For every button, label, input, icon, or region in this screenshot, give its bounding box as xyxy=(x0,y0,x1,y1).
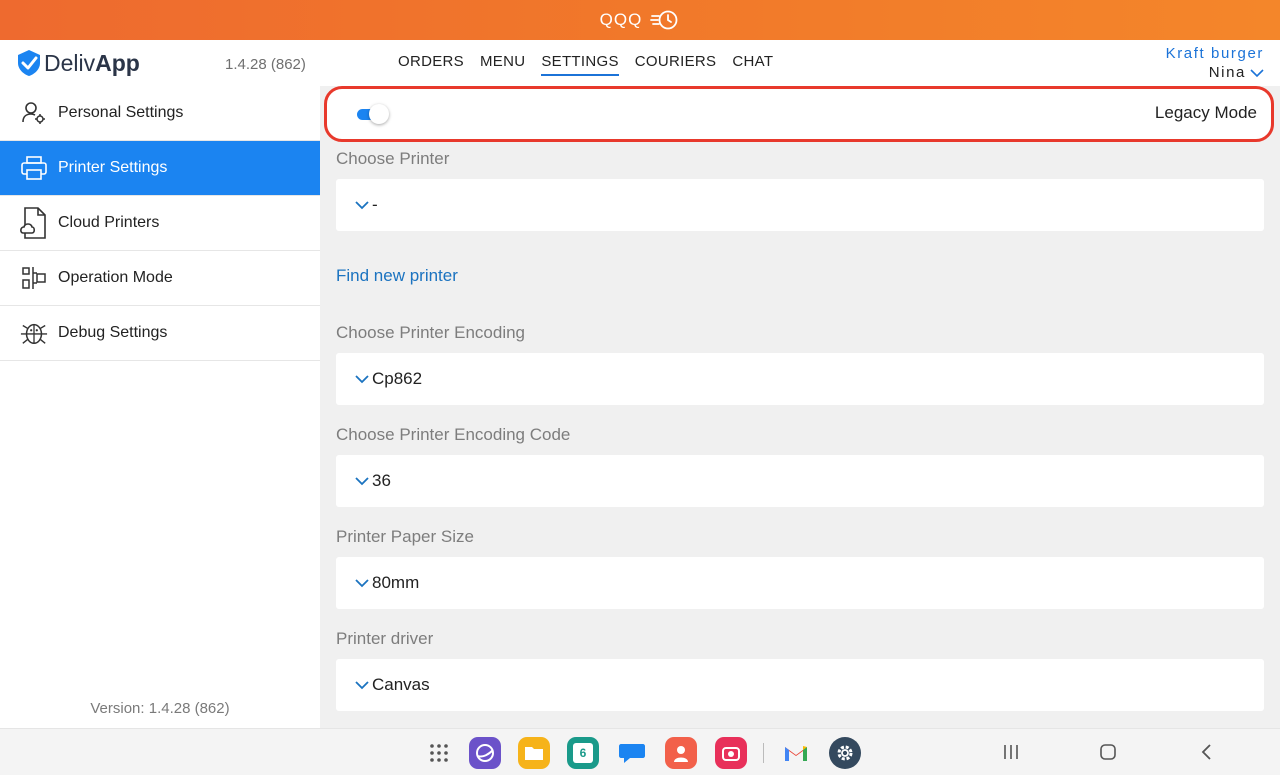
account-menu[interactable]: Kraft burger Nina xyxy=(1166,45,1264,81)
messages-icon[interactable] xyxy=(616,737,648,769)
user-dropdown[interactable]: Nina xyxy=(1166,64,1264,81)
cloud-document-icon xyxy=(20,207,48,239)
main-nav: ORDERS MENU SETTINGS COURIERS CHAT xyxy=(398,53,773,76)
sidebar-item-label: Cloud Printers xyxy=(58,214,160,231)
sidebar-item-label: Debug Settings xyxy=(58,324,168,341)
nav-settings[interactable]: SETTINGS xyxy=(541,53,619,76)
printer-driver-select[interactable]: Canvas xyxy=(336,659,1264,711)
bug-icon xyxy=(20,319,48,347)
toggle-knob xyxy=(369,104,389,124)
fast-clock-icon xyxy=(650,10,678,30)
status-title-bar: QQQ xyxy=(0,0,1280,40)
nav-menu[interactable]: MENU xyxy=(480,53,525,76)
back-icon[interactable] xyxy=(1195,741,1217,763)
legacy-mode-toggle[interactable] xyxy=(355,104,389,124)
user-gear-icon xyxy=(20,99,48,127)
sidebar-item-debug-settings[interactable]: Debug Settings xyxy=(0,306,320,361)
printer-encoding-select[interactable]: Cp862 xyxy=(336,353,1264,405)
dock-divider xyxy=(763,743,764,763)
sidebar-item-label: Operation Mode xyxy=(58,269,173,286)
settings-sidebar: Personal Settings Printer Settings Cloud… xyxy=(0,86,320,728)
nav-chat[interactable]: CHAT xyxy=(732,53,773,76)
sidebar-version: Version: 1.4.28 (862) xyxy=(90,700,230,717)
user-name: Nina xyxy=(1208,64,1246,81)
system-navigation-bar: 6 xyxy=(0,728,1280,775)
nav-orders[interactable]: ORDERS xyxy=(398,53,464,76)
nav-couriers[interactable]: COURIERS xyxy=(635,53,717,76)
logo-text: DelivApp xyxy=(44,49,140,76)
encoding-code-label: Choose Printer Encoding Code xyxy=(336,425,571,444)
paper-size-value: 80mm xyxy=(372,573,420,592)
app-header: DelivApp 1.4.28 (862) ORDERS MENU SETTIN… xyxy=(0,40,1280,86)
paper-size-label: Printer Paper Size xyxy=(336,527,474,546)
delivapp-logo: DelivApp xyxy=(16,49,140,77)
sidebar-item-printer-settings[interactable]: Printer Settings xyxy=(0,141,320,196)
encoding-code-select[interactable]: 36 xyxy=(336,455,1264,507)
sidebar-item-cloud-printers[interactable]: Cloud Printers xyxy=(0,196,320,251)
calendar-icon[interactable]: 6 xyxy=(567,737,599,769)
legacy-mode-row: Legacy Mode xyxy=(324,86,1274,142)
printer-driver-label: Printer driver xyxy=(336,629,434,648)
sidebar-item-label: Printer Settings xyxy=(58,159,168,176)
choose-printer-value: - xyxy=(372,195,378,214)
contacts-icon[interactable] xyxy=(665,737,697,769)
printer-encoding-label: Choose Printer Encoding xyxy=(336,323,526,342)
encoding-code-value: 36 xyxy=(372,471,391,490)
find-new-printer-link[interactable]: Find new printer xyxy=(336,266,458,286)
delivapp-logo-icon xyxy=(18,50,40,76)
files-icon[interactable] xyxy=(518,737,550,769)
chevron-down-icon xyxy=(355,201,369,210)
chevron-down-icon xyxy=(355,477,369,486)
choose-printer-select[interactable]: - xyxy=(336,179,1264,231)
chevron-down-icon xyxy=(355,579,369,588)
recents-icon[interactable] xyxy=(1000,741,1022,763)
printer-settings-panel: Legacy Mode Choose Printer - Find new pr… xyxy=(320,86,1280,728)
printer-driver-value: Canvas xyxy=(372,675,430,694)
settings-icon[interactable] xyxy=(829,737,861,769)
restaurant-name: Kraft burger xyxy=(1165,45,1264,62)
app-drawer-icon[interactable] xyxy=(423,737,455,769)
paper-size-select[interactable]: 80mm xyxy=(336,557,1264,609)
calendar-day: 6 xyxy=(573,743,593,763)
internet-icon[interactable] xyxy=(469,737,501,769)
chevron-down-icon xyxy=(1250,68,1264,77)
home-icon[interactable] xyxy=(1097,741,1119,763)
store-name: QQQ xyxy=(599,10,643,29)
chevron-down-icon xyxy=(355,375,369,384)
sidebar-item-operation-mode[interactable]: Operation Mode xyxy=(0,251,320,306)
choose-printer-label: Choose Printer xyxy=(336,149,450,168)
operation-mode-icon xyxy=(20,264,48,292)
printer-icon xyxy=(20,154,48,182)
sidebar-item-personal-settings[interactable]: Personal Settings xyxy=(0,86,320,141)
app-version: 1.4.28 (862) xyxy=(225,56,306,73)
gmail-icon[interactable] xyxy=(780,737,812,769)
camera-icon[interactable] xyxy=(715,737,747,769)
legacy-mode-label: Legacy Mode xyxy=(1154,103,1257,122)
sidebar-item-label: Personal Settings xyxy=(58,104,184,121)
printer-encoding-value: Cp862 xyxy=(372,369,423,388)
chevron-down-icon xyxy=(355,681,369,690)
